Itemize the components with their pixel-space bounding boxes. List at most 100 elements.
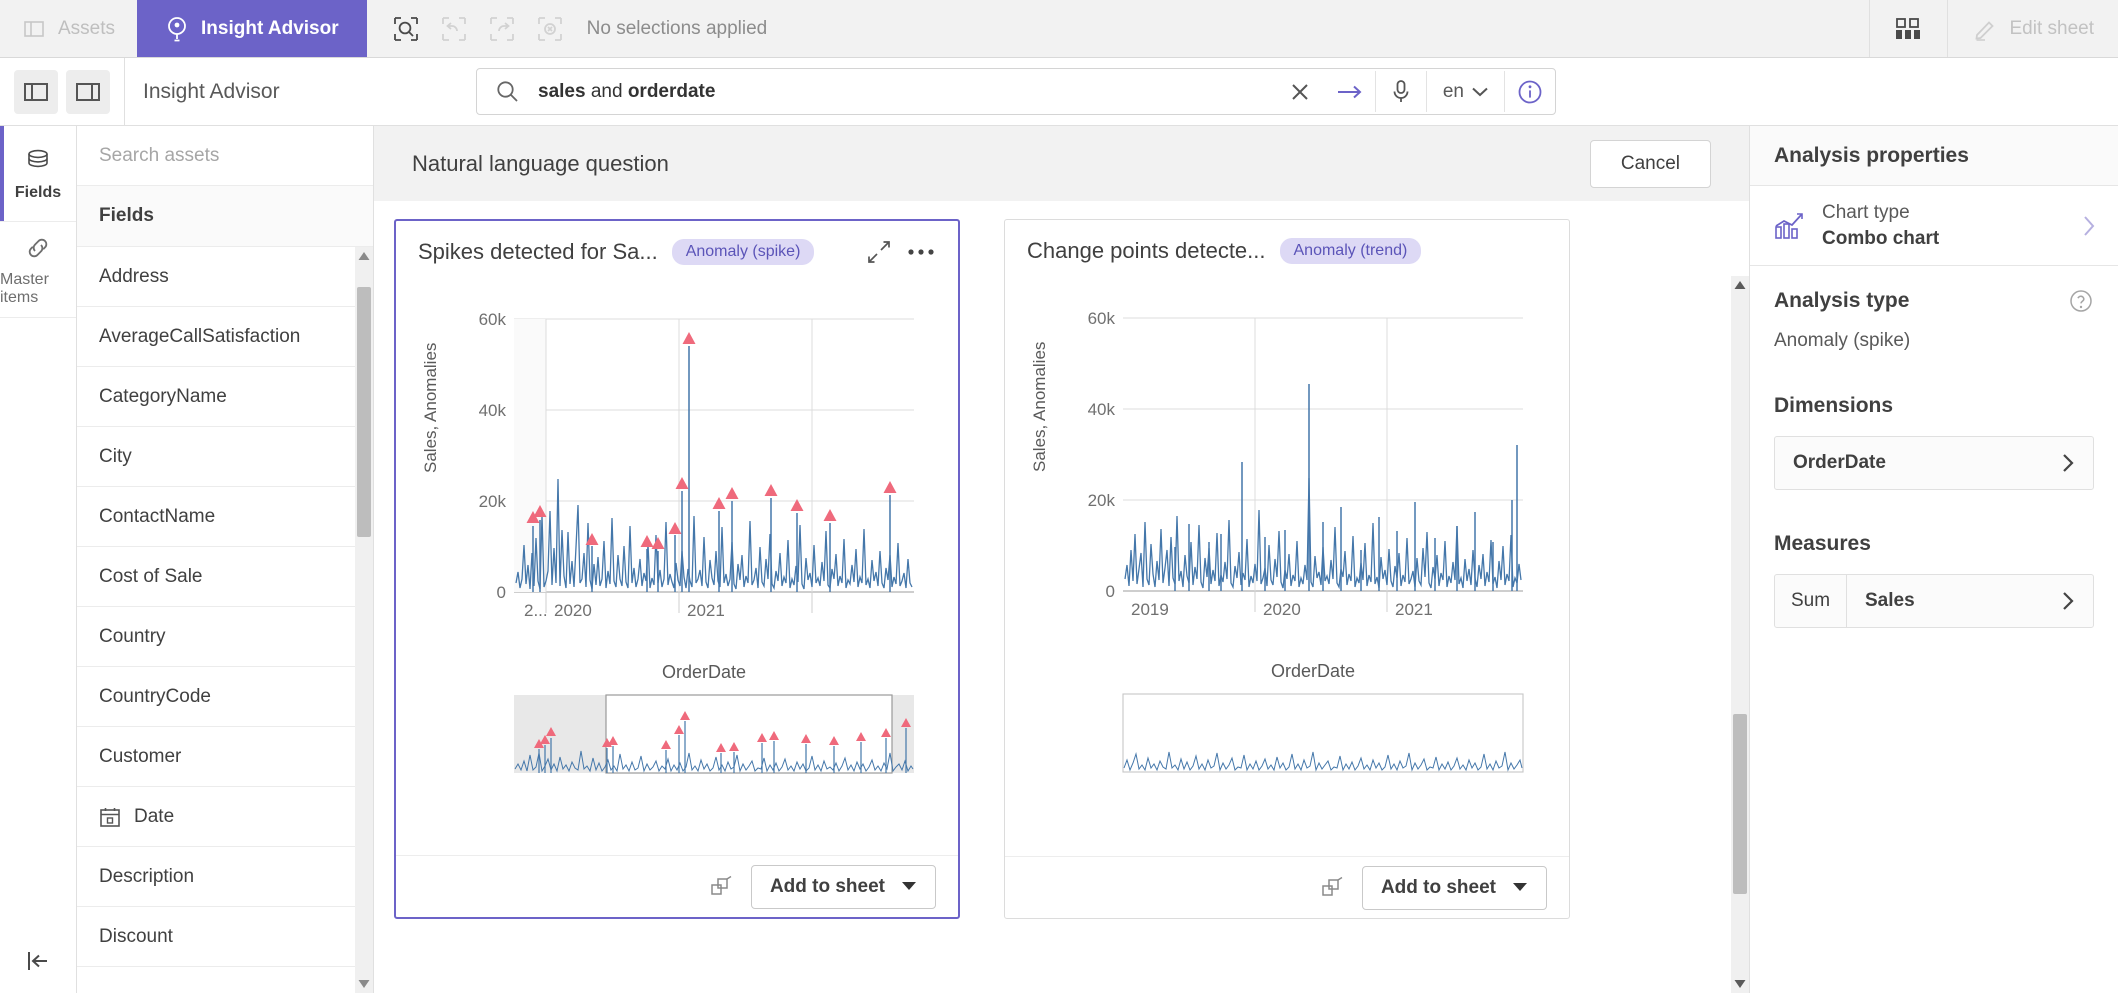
nlq-title: Natural language question	[412, 150, 669, 176]
assets-scrollbar[interactable]	[355, 247, 373, 993]
main-scroll-thumb[interactable]	[1733, 714, 1747, 894]
measure-pill-body[interactable]: Sales	[1847, 575, 2093, 627]
cancel-button[interactable]: Cancel	[1589, 139, 1711, 188]
list-item[interactable]: Discount	[77, 907, 373, 967]
chevron-right-icon[interactable]	[2061, 453, 2075, 473]
sheet-grid-icon[interactable]	[1868, 0, 1947, 57]
svg-text:2021: 2021	[1395, 600, 1433, 619]
measure-pill-sales[interactable]: Sum Sales	[1774, 574, 2094, 629]
info-icon[interactable]	[1505, 69, 1555, 114]
insight-card-spikes[interactable]: Spikes detected for Sa... Anomaly (spike…	[394, 219, 960, 919]
list-item[interactable]: Customer	[77, 727, 373, 787]
right-panel-toggle-icon[interactable]	[66, 69, 110, 114]
main-scrollbar[interactable]	[1731, 276, 1749, 993]
chevron-down-icon	[1472, 87, 1488, 97]
assets-scroll-track[interactable]	[355, 265, 373, 975]
list-item[interactable]: Address	[77, 247, 373, 307]
chart-type-row[interactable]: Chart type Combo chart	[1750, 186, 2118, 267]
language-selector[interactable]: en	[1427, 69, 1504, 114]
svg-text:60k: 60k	[479, 310, 507, 329]
microphone-icon[interactable]	[1376, 69, 1426, 114]
undo-icon[interactable]	[435, 10, 473, 48]
card-footer: Add to sheet	[1005, 856, 1569, 918]
measures-label: Measures	[1774, 532, 1871, 556]
scroll-up-icon[interactable]	[358, 247, 370, 265]
chart-type-value: Combo chart	[1822, 227, 1940, 249]
add-to-sheet-button[interactable]: Add to sheet	[750, 864, 936, 909]
svg-text:2021: 2021	[687, 601, 725, 620]
svg-text:20k: 20k	[1088, 491, 1116, 510]
chain-link-icon[interactable]	[1320, 876, 1344, 900]
field-label: Cost of Sale	[99, 565, 203, 587]
search-input[interactable]: sales and orderdate	[477, 69, 1275, 114]
scroll-down-icon[interactable]	[358, 975, 370, 993]
scroll-up-icon[interactable]	[1734, 276, 1746, 294]
search-box-wrapper: sales and orderdate en	[374, 68, 2118, 115]
selections-search-icon[interactable]	[387, 10, 425, 48]
clear-search-button[interactable]	[1275, 69, 1325, 114]
field-label: AverageCallSatisfaction	[99, 325, 301, 347]
chevron-right-icon[interactable]	[2082, 215, 2096, 237]
selection-tools	[367, 0, 581, 57]
list-item[interactable]: Country	[77, 607, 373, 667]
analysis-type-section: Analysis type Anomaly (spike)	[1750, 266, 2118, 352]
assets-panel: Search assets Fields Address AverageCall…	[77, 126, 374, 993]
sidebar-item-fields[interactable]: Fields	[0, 126, 76, 222]
left-panel-toggle-icon[interactable]	[14, 69, 58, 114]
chart-combo-change-points[interactable]: Sales, Anomalies 60k 40k 20k 0 2019 2020…	[1005, 282, 1569, 856]
search-query-text: sales and orderdate	[538, 81, 715, 103]
search-box[interactable]: sales and orderdate en	[476, 68, 1556, 115]
insight-card-change-points[interactable]: Change points detecte... Anomaly (trend)…	[1004, 219, 1570, 919]
clear-selections-icon[interactable]	[531, 10, 569, 48]
chevron-right-icon[interactable]	[2061, 591, 2075, 611]
topbar-right: Edit sheet	[1868, 0, 2118, 57]
collapse-left-icon[interactable]	[0, 947, 76, 975]
sidebar-item-master-items[interactable]: Master items	[0, 222, 76, 318]
search-token-sales: sales	[538, 80, 586, 102]
add-to-sheet-label: Add to sheet	[769, 875, 885, 897]
chain-link-icon[interactable]	[709, 875, 733, 899]
more-options-icon[interactable]	[906, 246, 936, 258]
chevron-down-icon[interactable]	[901, 881, 917, 892]
redo-icon[interactable]	[483, 10, 521, 48]
field-label: Address	[99, 265, 169, 287]
insight-advisor-tab[interactable]: Insight Advisor	[137, 0, 367, 57]
edit-sheet-label: Edit sheet	[2009, 17, 2095, 39]
insight-advisor-label: Insight Advisor	[201, 17, 339, 39]
svg-text:40k: 40k	[479, 401, 507, 420]
list-item[interactable]: City	[77, 427, 373, 487]
sidebar-item-fields-label: Fields	[14, 183, 62, 201]
chart-type-label: Chart type	[1822, 202, 1910, 223]
list-item[interactable]: CategoryName	[77, 367, 373, 427]
dimensions-section: Dimensions OrderDate	[1750, 352, 2118, 491]
dimension-pill-body[interactable]: OrderDate	[1775, 437, 2093, 489]
help-icon[interactable]	[2068, 288, 2094, 314]
expand-icon[interactable]	[866, 239, 892, 265]
dimension-pill-orderdate[interactable]: OrderDate	[1774, 436, 2094, 491]
scroll-down-icon[interactable]	[1734, 975, 1746, 993]
assets-scroll-thumb[interactable]	[357, 287, 371, 537]
assets-menu-button[interactable]: Assets	[0, 0, 137, 57]
list-item[interactable]: Date	[77, 787, 373, 847]
search-icon	[495, 79, 520, 104]
main-scroll-track[interactable]	[1731, 294, 1749, 975]
list-item[interactable]: AverageCallSatisfaction	[77, 307, 373, 367]
measures-section: Measures Sum Sales	[1750, 490, 2118, 629]
left-rail: Fields Master items	[0, 126, 77, 993]
list-item[interactable]: ContactName	[77, 487, 373, 547]
lightbulb-pin-icon	[165, 16, 189, 42]
analysis-type-value: Anomaly (spike)	[1774, 330, 1911, 352]
chart-type-texts: Chart type Combo chart	[1822, 200, 2066, 251]
submit-search-button[interactable]	[1325, 69, 1375, 114]
chart-combo-spikes[interactable]: Sales, Anomalies 60k 40k 20k 0 2... 2020…	[396, 283, 958, 855]
list-item[interactable]: CountryCode	[77, 667, 373, 727]
list-item[interactable]: Description	[77, 847, 373, 907]
list-item[interactable]: Cost of Sale	[77, 547, 373, 607]
add-to-sheet-button[interactable]: Add to sheet	[1361, 865, 1547, 910]
search-assets-input[interactable]: Search assets	[77, 126, 373, 186]
field-label: Date	[134, 805, 175, 827]
panel-toggle-group	[0, 58, 124, 125]
chevron-down-icon[interactable]	[1512, 882, 1528, 893]
dimension-name: OrderDate	[1793, 452, 1886, 474]
edit-sheet-button[interactable]: Edit sheet	[1946, 0, 2118, 57]
